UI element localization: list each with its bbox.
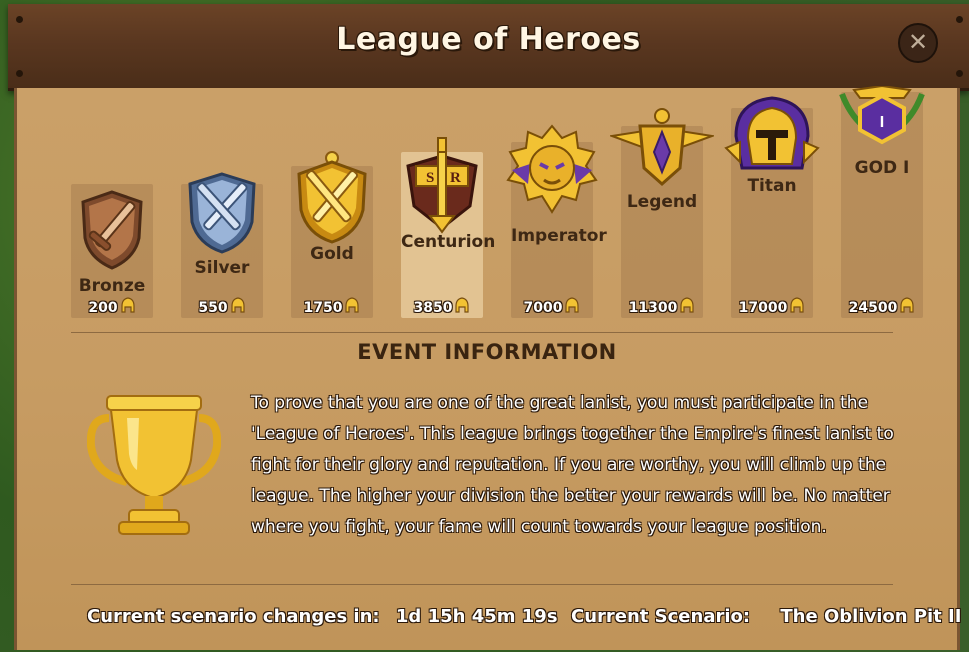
titan-badge-icon (724, 96, 820, 170)
scenario-label: Current Scenario: (571, 606, 751, 627)
window-title: League of Heroes (336, 22, 641, 57)
bronze-badge-icon (81, 190, 143, 270)
imperator-badge-icon (506, 124, 598, 214)
badge-letter-s: S (426, 170, 434, 186)
god-badge-icon: I (839, 86, 925, 145)
gold-badge-icon (297, 151, 367, 244)
rank-requirement: 17000 (731, 297, 813, 316)
legend-badge-icon (610, 108, 714, 187)
league-window: League of Heroes ✕ Bronze 200 Silver 550… (8, 4, 969, 652)
rank-card-god-i[interactable]: I GOD I 24500 (839, 86, 925, 318)
helmet-icon (121, 297, 135, 313)
event-description: To prove that you are one of the great l… (251, 393, 894, 537)
helmet-icon (345, 297, 360, 313)
rank-name: GOD I (854, 158, 910, 178)
rank-requirement: 550 (181, 297, 263, 316)
event-heading: EVENT INFORMATION (357, 340, 617, 364)
close-button[interactable]: ✕ (898, 23, 938, 63)
rank-requirement: 200 (71, 297, 153, 316)
rank-card-centurion[interactable]: S R Centurion 3850 (401, 137, 496, 318)
rank-name: Bronze (78, 276, 146, 296)
rank-requirement: 24500 (841, 297, 923, 316)
rank-card-bronze[interactable]: Bronze 200 (71, 184, 153, 318)
helmet-icon (790, 297, 804, 313)
helmet-icon (680, 297, 694, 313)
rank-card-titan[interactable]: Titan 17000 (724, 96, 820, 318)
rank-card-silver[interactable]: Silver 550 (181, 172, 263, 318)
rank-name: Centurion (401, 232, 496, 252)
rank-name: Silver (194, 258, 250, 278)
badge-numeral: I (880, 114, 884, 131)
rank-requirement: 3850 (401, 297, 483, 316)
nail (16, 70, 23, 77)
helmet-icon (900, 297, 914, 313)
rank-name: Gold (310, 244, 354, 264)
rank-card-imperator[interactable]: Imperator 7000 (506, 124, 607, 318)
timer-value: 1d 15h 45m 19s (395, 606, 558, 627)
rank-name: Imperator (511, 226, 607, 246)
divider (71, 332, 893, 333)
timer-label: Current scenario changes in: (87, 606, 380, 627)
centurion-badge-icon: S R (406, 137, 478, 234)
badge-letter-r: R (450, 170, 461, 186)
rank-requirement: 11300 (621, 297, 703, 316)
rank-name: Titan (747, 176, 797, 196)
rank-requirement: 1750 (291, 297, 373, 316)
content-panel: Bronze 200 Silver 550 Gold 1750 S R Cent… (14, 86, 961, 650)
scenario-timer: Current scenario changes in: 1d 15h 45m … (87, 606, 558, 627)
trophy-icon (87, 395, 221, 535)
helmet-icon (565, 297, 580, 313)
rank-name: Legend (626, 192, 698, 212)
close-icon: ✕ (907, 28, 929, 56)
current-scenario: Current Scenario: The Oblivion Pit II (571, 606, 961, 627)
rank-card-legend[interactable]: Legend 11300 (610, 108, 714, 318)
nail (956, 70, 963, 77)
helmet-icon (231, 297, 245, 313)
title-bar: League of Heroes ✕ (8, 4, 969, 91)
silver-badge-icon (188, 172, 256, 254)
rank-card-gold[interactable]: Gold 1750 (291, 151, 373, 318)
rank-requirement: 7000 (511, 297, 593, 316)
scenario-value[interactable]: The Oblivion Pit II (780, 606, 961, 627)
divider (71, 584, 893, 585)
helmet-icon (455, 297, 470, 313)
